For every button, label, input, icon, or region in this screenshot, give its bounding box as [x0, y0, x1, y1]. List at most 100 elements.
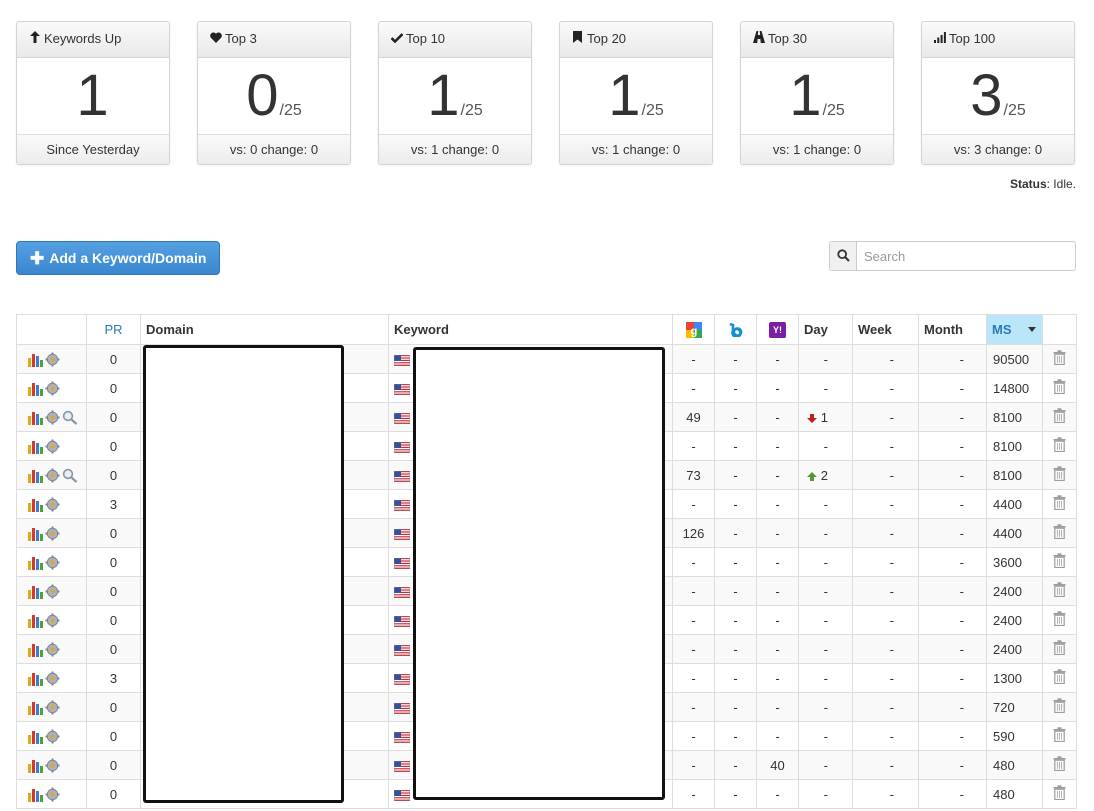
row-actions — [16, 431, 87, 461]
chart-icon[interactable] — [27, 671, 43, 687]
month-column-header[interactable]: Month — [918, 314, 987, 345]
gear-icon[interactable] — [45, 642, 60, 657]
trash-icon[interactable] — [1053, 611, 1066, 627]
gear-icon[interactable] — [45, 468, 60, 483]
trash-icon[interactable] — [1053, 553, 1066, 569]
trash-icon[interactable] — [1053, 582, 1066, 598]
us-flag-icon — [394, 441, 410, 453]
trash-icon[interactable] — [1053, 408, 1066, 424]
trash-icon[interactable] — [1053, 640, 1066, 656]
chart-icon[interactable] — [27, 497, 43, 513]
trash-icon[interactable] — [1053, 524, 1066, 540]
gear-icon[interactable] — [45, 700, 60, 715]
row-actions — [16, 779, 87, 809]
trash-icon[interactable] — [1053, 698, 1066, 714]
chart-icon[interactable] — [27, 526, 43, 542]
bing-rank-cell: - — [714, 779, 757, 809]
bing-column-header[interactable] — [714, 314, 757, 345]
gear-icon[interactable] — [45, 729, 60, 744]
magnifier-icon[interactable] — [62, 410, 78, 425]
gear-icon[interactable] — [45, 758, 60, 773]
stat-card-header: Top 30 — [741, 22, 893, 58]
stat-card-denominator: /25 — [1003, 102, 1026, 119]
chart-icon[interactable] — [27, 555, 43, 571]
day-change-value: - — [823, 583, 828, 599]
bing-rank-cell: - — [714, 373, 757, 403]
month-change-cell: - — [918, 721, 987, 751]
row-actions — [16, 489, 87, 519]
gear-icon[interactable] — [45, 497, 60, 512]
trash-icon[interactable] — [1053, 669, 1066, 685]
yahoo-rank-cell: - — [756, 460, 799, 490]
bing-rank-cell: - — [714, 547, 757, 577]
chart-icon[interactable] — [27, 468, 43, 484]
actions-header — [16, 314, 87, 345]
gear-icon[interactable] — [45, 526, 60, 541]
ms-column-header[interactable]: MS — [986, 314, 1043, 345]
stat-card-value: 1 — [17, 64, 169, 128]
gear-icon[interactable] — [45, 671, 60, 686]
chart-icon[interactable] — [27, 787, 43, 803]
chart-icon[interactable] — [27, 729, 43, 745]
gear-icon[interactable] — [45, 381, 60, 396]
trash-icon[interactable] — [1053, 350, 1066, 366]
gear-icon[interactable] — [45, 352, 60, 367]
gear-icon[interactable] — [45, 584, 60, 599]
bing-rank-cell: - — [714, 431, 757, 461]
google-column-header[interactable]: g — [672, 314, 715, 345]
month-change-cell: - — [918, 373, 987, 403]
day-column-header[interactable]: Day — [798, 314, 853, 345]
domain-column-header[interactable]: Domain — [140, 314, 389, 345]
magnifier-icon[interactable] — [62, 468, 78, 483]
search-input[interactable] — [858, 242, 1074, 270]
status-text: Status: Idle. — [1010, 177, 1076, 191]
delete-cell — [1042, 460, 1077, 490]
gear-icon[interactable] — [45, 555, 60, 570]
google-rank-cell: - — [672, 547, 715, 577]
gear-icon[interactable] — [45, 613, 60, 628]
month-change-cell: - — [918, 779, 987, 809]
gear-icon[interactable] — [45, 410, 60, 425]
trash-icon[interactable] — [1053, 756, 1066, 772]
stat-card-footer: vs: 3 change: 0 — [922, 134, 1074, 164]
row-actions — [16, 373, 87, 403]
pr-column-header[interactable]: PR — [86, 314, 141, 345]
yahoo-rank-cell: - — [756, 605, 799, 635]
trash-icon[interactable] — [1053, 466, 1066, 482]
keyword-column-header[interactable]: Keyword — [388, 314, 673, 345]
us-flag-icon — [394, 383, 410, 395]
row-actions — [16, 460, 87, 490]
gear-icon[interactable] — [45, 439, 60, 454]
trash-icon[interactable] — [1053, 437, 1066, 453]
search-button[interactable] — [830, 242, 857, 270]
chart-icon[interactable] — [27, 410, 43, 426]
week-change-cell: - — [852, 460, 919, 490]
chart-icon[interactable] — [27, 613, 43, 629]
chart-icon[interactable] — [27, 758, 43, 774]
chart-icon[interactable] — [27, 700, 43, 716]
trash-icon[interactable] — [1053, 727, 1066, 743]
day-change-cell: - — [798, 373, 853, 403]
pr-cell: 0 — [86, 576, 141, 606]
chart-icon[interactable] — [27, 352, 43, 368]
trash-icon[interactable] — [1053, 379, 1066, 395]
day-change-value: - — [823, 554, 828, 570]
delete-cell — [1042, 489, 1077, 519]
sort-desc-icon — [1028, 327, 1036, 332]
chart-icon[interactable] — [27, 439, 43, 455]
trash-icon[interactable] — [1053, 785, 1066, 801]
trash-icon[interactable] — [1053, 495, 1066, 511]
chart-icon[interactable] — [27, 381, 43, 397]
chart-icon[interactable] — [27, 584, 43, 600]
yahoo-column-header[interactable]: Y! — [756, 314, 799, 345]
day-change-value: - — [823, 699, 828, 715]
domain-redaction — [143, 345, 344, 803]
bookmark-icon — [571, 31, 584, 46]
week-column-header[interactable]: Week — [852, 314, 919, 345]
add-keyword-domain-button[interactable]: ✚ Add a Keyword/Domain — [16, 241, 220, 275]
status-value: : Idle. — [1046, 177, 1076, 191]
delete-cell — [1042, 373, 1077, 403]
gear-icon[interactable] — [45, 787, 60, 802]
day-change-value: - — [823, 670, 828, 686]
chart-icon[interactable] — [27, 642, 43, 658]
